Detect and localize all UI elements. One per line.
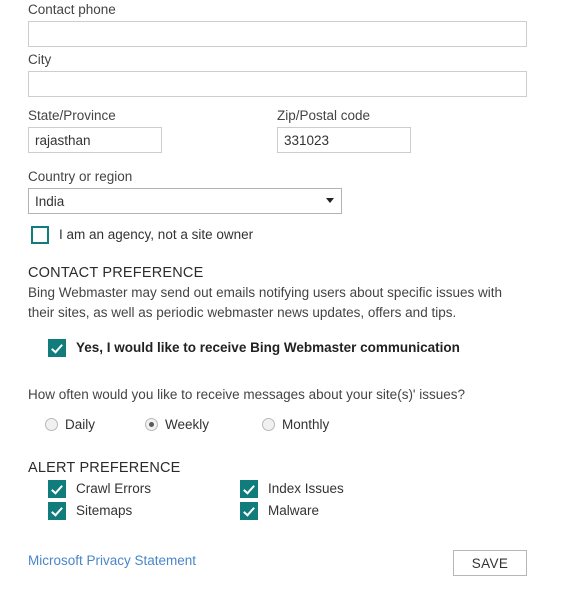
save-button[interactable]: SAVE — [453, 550, 527, 576]
frequency-question: How often would you like to receive mess… — [28, 387, 466, 402]
alert-preference-heading: ALERT PREFERENCE — [28, 460, 181, 476]
radio-monthly-label: Monthly — [282, 417, 330, 432]
communication-optin-checkbox[interactable] — [48, 339, 66, 357]
communication-optin-label: Yes, I would like to receive Bing Webmas… — [76, 340, 460, 355]
radio-daily[interactable] — [45, 418, 58, 431]
alert-malware-label: Malware — [268, 503, 320, 518]
radio-monthly[interactable] — [262, 418, 275, 431]
radio-daily-label: Daily — [65, 417, 96, 432]
state-province-field: State/Province — [28, 108, 162, 153]
privacy-statement-link[interactable]: Microsoft Privacy Statement — [28, 553, 196, 568]
frequency-radio-group: Daily Weekly Monthly — [45, 417, 329, 432]
zip-postal-input[interactable] — [277, 127, 411, 153]
frequency-option-daily[interactable]: Daily — [45, 417, 145, 432]
alert-crawl-errors-row[interactable]: Crawl Errors — [48, 480, 151, 498]
zip-postal-field: Zip/Postal code — [277, 108, 411, 153]
state-province-input[interactable] — [28, 127, 162, 153]
contact-phone-label: Contact phone — [28, 2, 116, 17]
contact-preference-description: Bing Webmaster may send out emails notif… — [28, 285, 502, 320]
city-input[interactable] — [28, 71, 527, 97]
contact-phone-field: Contact phone — [28, 2, 527, 47]
state-province-label: State/Province — [28, 108, 116, 123]
communication-optin-row[interactable]: Yes, I would like to receive Bing Webmas… — [48, 339, 460, 357]
agency-checkbox-row[interactable]: I am an agency, not a site owner — [31, 226, 253, 244]
country-region-label: Country or region — [28, 169, 133, 184]
radio-weekly-label: Weekly — [165, 417, 210, 432]
country-region-select-wrap: India — [28, 185, 342, 214]
alert-sitemaps-checkbox[interactable] — [48, 502, 66, 520]
agency-checkbox-label: I am an agency, not a site owner — [59, 227, 254, 242]
contact-phone-input[interactable] — [28, 21, 527, 47]
alert-crawl-errors-checkbox[interactable] — [48, 480, 66, 498]
country-region-select[interactable]: India — [28, 188, 342, 214]
country-region-field: Country or region India — [28, 169, 342, 214]
alert-crawl-errors-label: Crawl Errors — [76, 481, 152, 496]
alert-malware-checkbox[interactable] — [240, 502, 258, 520]
frequency-option-weekly[interactable]: Weekly — [145, 417, 262, 432]
alert-index-issues-row[interactable]: Index Issues — [240, 480, 344, 498]
city-label: City — [28, 52, 52, 67]
radio-weekly[interactable] — [145, 418, 158, 431]
contact-preference-heading: CONTACT PREFERENCE — [28, 265, 204, 281]
alert-index-issues-label: Index Issues — [268, 481, 344, 496]
alert-malware-row[interactable]: Malware — [240, 502, 319, 520]
city-field: City — [28, 52, 527, 97]
frequency-option-monthly[interactable]: Monthly — [262, 417, 329, 432]
alert-sitemaps-label: Sitemaps — [76, 503, 133, 518]
zip-postal-label: Zip/Postal code — [277, 108, 371, 123]
alert-index-issues-checkbox[interactable] — [240, 480, 258, 498]
agency-checkbox[interactable] — [31, 226, 49, 244]
alert-sitemaps-row[interactable]: Sitemaps — [48, 502, 132, 520]
